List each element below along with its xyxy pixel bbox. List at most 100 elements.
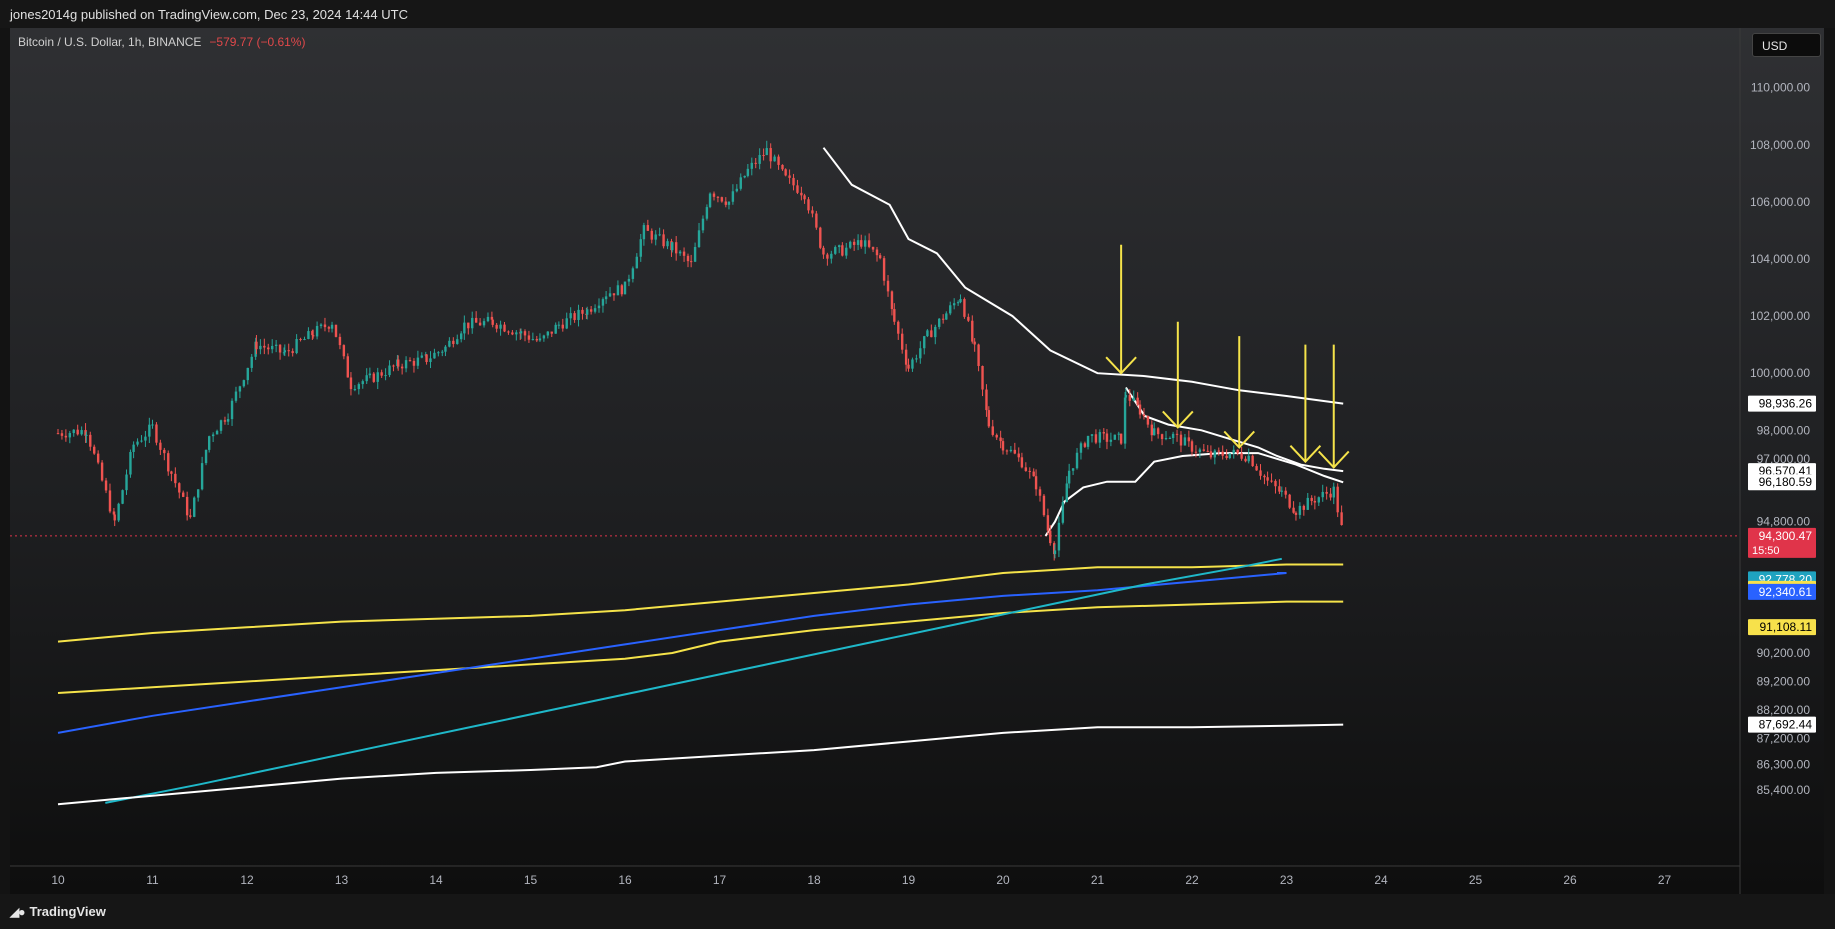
candle-body	[408, 360, 412, 362]
candle-body	[404, 360, 408, 369]
candle-body	[1071, 468, 1075, 471]
candle-body	[762, 154, 765, 156]
candle-body	[991, 426, 994, 435]
candle-body	[151, 424, 154, 426]
candle-body	[727, 201, 731, 205]
candle-body	[1228, 453, 1231, 459]
candle-body	[867, 240, 871, 247]
candle-body	[503, 324, 506, 332]
candle-body	[1132, 397, 1135, 401]
candle-body	[1150, 424, 1154, 436]
price-badge-label: 96,180.59	[1759, 475, 1813, 489]
candle-body	[852, 241, 856, 245]
candle-body	[204, 449, 208, 464]
symbol-legend[interactable]: Bitcoin / U.S. Dollar, 1h, BINANCE −579.7…	[18, 35, 305, 49]
candle-body	[471, 317, 474, 329]
candle-body	[1034, 476, 1038, 490]
candle-body	[800, 192, 803, 196]
candle-body	[307, 331, 310, 340]
candle-body	[985, 389, 988, 411]
candle-body	[311, 335, 315, 337]
candle-body	[959, 299, 962, 303]
candle-body	[155, 424, 158, 443]
price-axis-label: 98,000.00	[1757, 423, 1811, 437]
date-axis-label: 23	[1280, 873, 1294, 887]
candle-body	[287, 350, 290, 352]
candle-body	[85, 434, 88, 436]
candle-body	[981, 365, 984, 390]
candle-body	[242, 380, 246, 387]
candle-body	[1171, 433, 1175, 438]
candle-body	[907, 364, 910, 369]
candle-body	[1153, 428, 1156, 436]
candle-body	[330, 324, 334, 329]
candle-body	[646, 225, 650, 231]
date-axis-label: 12	[240, 873, 254, 887]
candle-body	[219, 420, 223, 431]
candle-body	[178, 483, 181, 493]
candle-body	[878, 255, 882, 259]
candle-body	[1251, 455, 1254, 467]
price-axis-label: 108,000.00	[1750, 138, 1810, 152]
candle-body	[1232, 449, 1235, 454]
candle-body	[444, 346, 447, 352]
candle-body	[792, 177, 795, 186]
currency-button[interactable]: USD	[1752, 33, 1821, 57]
candle-body	[1086, 435, 1090, 447]
candle-body	[650, 230, 653, 240]
date-axis-label: 26	[1563, 873, 1577, 887]
candle-body	[834, 247, 837, 254]
candle-body	[246, 367, 249, 381]
candle-body	[1310, 497, 1313, 501]
candle-body	[441, 351, 444, 353]
candle-body	[627, 278, 631, 282]
brand[interactable]: ◢● TradingView	[10, 904, 106, 919]
candle-body	[662, 234, 665, 247]
candle-body	[682, 251, 686, 256]
candle-body	[716, 196, 720, 198]
candle-body	[208, 436, 211, 450]
candle-body	[693, 247, 697, 262]
candle-body	[1306, 497, 1309, 510]
price-badge-label: 92,340.61	[1759, 585, 1813, 599]
candle-body	[1013, 449, 1017, 454]
candle-body	[267, 347, 270, 350]
candle-body	[561, 324, 564, 329]
symbol-name[interactable]: Bitcoin / U.S. Dollar, 1h, BINANCE	[18, 35, 201, 49]
date-axis-label: 10	[51, 873, 65, 887]
candle-body	[822, 247, 825, 255]
candle-body	[731, 191, 735, 202]
candle-body	[456, 339, 459, 344]
candle-body	[573, 313, 576, 320]
candle-body	[140, 440, 143, 442]
candle-body	[542, 335, 546, 339]
candle-body	[1240, 453, 1243, 459]
candle-body	[934, 326, 937, 338]
candle-body	[1206, 450, 1209, 452]
candle-body	[882, 258, 886, 281]
candle-body	[1278, 486, 1281, 492]
candle-body	[420, 355, 424, 358]
candle-body	[1298, 505, 1302, 515]
candle-body	[76, 429, 79, 435]
candle-body	[1340, 512, 1343, 526]
candle-body	[200, 463, 204, 490]
candle-body	[788, 175, 791, 178]
price-axis-label: 86,300.00	[1757, 757, 1811, 771]
candle-body	[1280, 490, 1283, 492]
candle-body	[64, 435, 68, 438]
candle-body	[1046, 515, 1050, 531]
candle-body	[923, 336, 926, 349]
candle-body	[911, 359, 914, 369]
candle-body	[72, 429, 75, 434]
price-chart[interactable]: 110,000.00 108,000.00 106,000.00 104,000.00…	[0, 0, 1835, 929]
candle-body	[1098, 432, 1102, 443]
candle-body	[1225, 455, 1228, 459]
candle-body	[380, 372, 383, 376]
candle-body	[132, 444, 135, 452]
candle-body	[1313, 500, 1317, 503]
candle-body	[724, 201, 727, 205]
candle-body	[478, 322, 482, 326]
candle-body	[930, 330, 933, 338]
candle-body	[904, 349, 908, 365]
